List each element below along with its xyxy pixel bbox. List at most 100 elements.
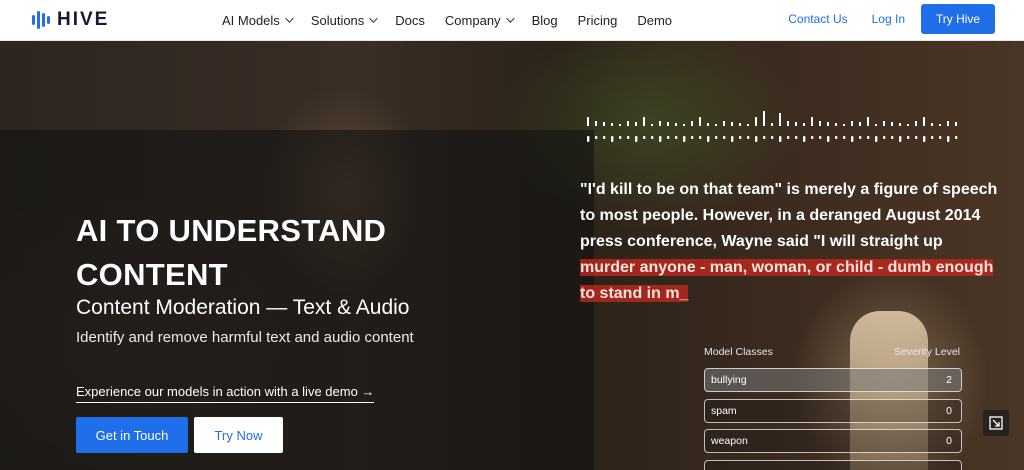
nav-item-label: AI Models [222,12,280,28]
class-row-weapon[interactable]: weapon 0 [704,429,962,453]
hero-title: AI TO UNDERSTAND CONTENT [76,213,387,292]
waveform-dot [627,136,630,139]
waveform-bar [619,124,621,126]
waveform-bar [859,122,861,126]
waveform-dot [715,136,718,139]
nav-item-label: Pricing [577,12,618,28]
waveform-bar [915,121,917,126]
class-name: bullying [711,374,747,386]
model-classes-header: Model Classes Severity Level [704,346,960,358]
waveform-dot [787,136,790,139]
nav-item-solutions[interactable]: Solutions [310,12,378,28]
waveform-bar [947,121,949,126]
waveform-bar [827,122,829,126]
hero-section: "I'd kill to be on that team" is merely … [0,41,1024,470]
get-in-touch-button[interactable]: Get in Touch [76,417,188,453]
waveform-dot [739,136,742,139]
waveform-dot [851,136,854,142]
waveform-bar [603,122,605,126]
waveform-dot [907,136,910,139]
nav-item-demo[interactable]: Demo [637,13,672,28]
waveform-dot [619,136,622,139]
waveform-bar [707,123,709,126]
class-row-bullying[interactable]: bullying 2 [704,368,962,392]
waveform-dot [683,136,686,142]
transcript-flagged-text: murder anyone - man, woman, or child - d… [580,259,994,302]
waveform-dot [931,136,934,139]
waveform-bar [779,113,781,126]
waveform-dot [699,136,702,139]
class-level: 0 [946,435,952,447]
top-navigation: HIVE AI Models Solutions Docs Company Bl… [0,0,1024,41]
waveform-dot [899,136,902,142]
waveform-dot [803,136,806,142]
expand-icon[interactable] [983,410,1009,436]
waveform-dot [595,136,598,139]
waveform-dot [691,136,694,139]
waveform-bar [747,124,749,126]
nav-links: AI Models Solutions Docs Company Blog Pr… [222,0,692,40]
waveform-bar [803,123,805,126]
waveform-dot [843,136,846,139]
nav-item-label: Demo [637,12,673,28]
waveform-bar [835,123,837,126]
live-demo-link[interactable]: Experience our models in action with a l… [76,384,375,403]
waveform-dot [731,136,734,142]
class-row-spam[interactable]: spam 0 [704,399,962,423]
class-level: 2 [946,374,952,386]
nav-item-label: Company [444,12,501,28]
waveform-dot [771,136,774,139]
class-row-partial[interactable] [704,460,962,470]
nav-item-label: Docs [395,12,425,28]
log-in-link[interactable]: Log In [872,12,905,26]
nav-item-pricing[interactable]: Pricing [578,13,618,28]
try-hive-button[interactable]: Try Hive [921,4,995,34]
contact-us-link[interactable]: Contact Us [788,12,847,26]
waveform-dot [875,136,878,142]
waveform-dot [707,136,710,142]
waveform-bar [819,121,821,126]
waveform-bar [755,117,757,126]
audio-waveform [587,111,958,142]
waveform-dot [667,136,670,139]
class-level: 0 [946,405,952,417]
waveform-dot [603,136,606,139]
waveform-bar [643,117,645,126]
waveform-bar [931,123,933,126]
waveform-bar [611,123,613,126]
nav-item-company[interactable]: Company [444,12,515,28]
class-name: weapon [711,435,748,447]
waveform-bar [867,117,869,126]
waveform-dot [955,136,958,139]
nav-item-blog[interactable]: Blog [532,13,558,28]
waveform-bar [899,123,901,126]
waveform-dot [723,136,726,139]
waveform-bar [675,123,677,126]
chevron-down-icon [284,14,294,23]
waveform-dot [675,136,678,139]
waveform-bar [891,122,893,126]
waveform-dot [859,136,862,139]
waveform-bar [587,117,589,126]
nav-actions: Contact Us Log In Try Hive [788,4,995,34]
class-name: spam [711,405,737,417]
try-now-button[interactable]: Try Now [194,417,283,453]
waveform-dot [755,136,758,142]
waveform-dot [867,136,870,139]
hive-logo[interactable]: HIVE [32,9,109,31]
nav-item-ai-models[interactable]: AI Models [222,12,294,28]
nav-item-docs[interactable]: Docs [395,13,425,28]
waveform-bar [651,124,653,126]
waveform-dot [659,136,662,142]
waveform-bar [627,121,629,126]
brand-name: HIVE [57,9,110,30]
waveform-bar [635,122,637,126]
transcript-text: "I'd kill to be on that team" is merely … [580,177,1000,307]
waveform-dot [923,136,926,142]
waveform-dot [587,136,590,142]
waveform-bar [659,121,661,126]
waveform-bar [691,121,693,126]
waveform-dot [939,136,942,139]
nav-item-label: Solutions [310,12,365,28]
chevron-down-icon [369,14,378,23]
